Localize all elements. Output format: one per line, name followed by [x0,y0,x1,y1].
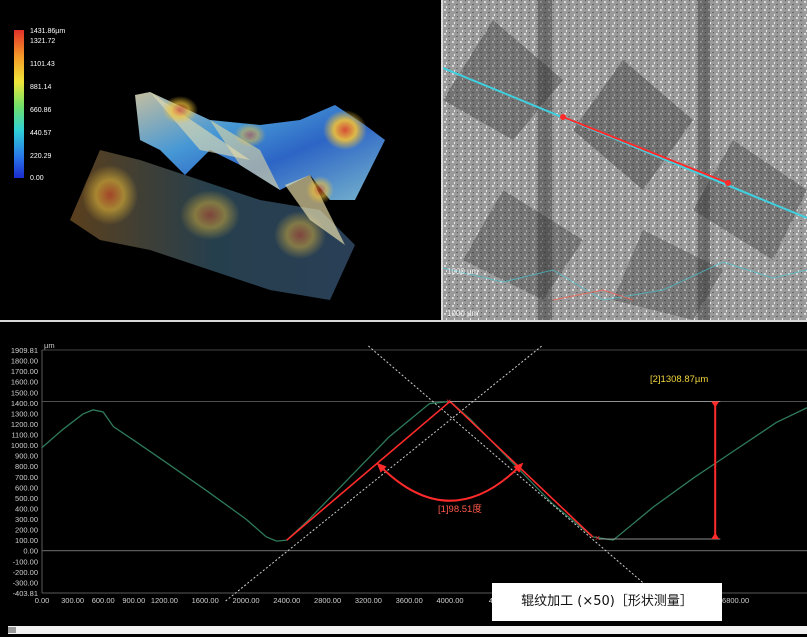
y-tick-label: 1500.00 [11,388,38,397]
y-tick-label: 900.00 [15,452,38,461]
scale-label: 1000 µm [447,267,479,276]
y-tick-label: -100.00 [13,557,38,566]
y-tick-label: -200.00 [13,568,38,577]
y-tick-label: 400.00 [15,504,38,513]
legend-label: 220.29 [30,153,52,160]
angle-annotation[interactable]: [1]98.51度 [438,503,482,515]
x-tick-label: 2000.00 [232,596,259,605]
3d-view-panel[interactable]: 1431.86µm 1321.72 1101.43 881.14 660.86 … [0,0,441,320]
x-tick-label: 0.00 [35,596,50,605]
y-tick-label: 1600.00 [11,378,38,387]
3d-surface [70,92,385,300]
x-tick-label: 1600.00 [192,596,219,605]
construction-line [225,345,543,602]
x-tick-label: 3200.00 [355,596,382,605]
legend-label: 881.14 [30,84,52,91]
scrollbar-thumb[interactable] [8,627,16,633]
x-tick-label: 900.00 [122,596,145,605]
base-marker[interactable]: × [595,533,600,543]
x-tick-label: 3600.00 [396,596,423,605]
y-tick-label: 1200.00 [11,420,38,429]
legend-label: 1321.72 [30,38,55,45]
measure-right-flank[interactable] [449,400,594,538]
microscope-image[interactable]: 1000 µm 1000 µm [443,0,807,320]
legend-label: 1431.86µm [30,28,65,35]
y-tick-label: 1800.00 [11,357,38,366]
y-tick-label: 1300.00 [11,409,38,418]
legend-label: 440.57 [30,130,52,137]
legend-label: 660.86 [30,107,52,114]
x-tick-label: 6800.00 [722,596,749,605]
measure-point[interactable] [560,114,566,120]
y-tick-label: 600.00 [15,483,38,492]
measure-point[interactable] [725,180,731,186]
height-arrowhead [711,401,720,408]
x-tick-label: 2800.00 [314,596,341,605]
y-tick-label: 1700.00 [11,367,38,376]
height-colorbar [14,30,24,178]
y-tick-label: 100.00 [15,536,38,545]
legend-label: 0.00 [30,175,44,182]
angle-arc[interactable] [379,465,521,502]
height-arrowhead [711,533,720,540]
x-tick-label: 300.00 [61,596,84,605]
x-tick-label: 2400.00 [273,596,300,605]
y-tick-label: -300.00 [13,578,38,587]
construction-line [368,345,665,602]
measure-left-flank[interactable] [286,400,451,541]
y-unit-label: µm [44,341,55,350]
y-tick-label: 200.00 [15,526,38,535]
y-tick-label: 1100.00 [11,431,38,440]
x-tick-label: 4000.00 [436,596,463,605]
3d-surface-canvas[interactable]: 1431.86µm 1321.72 1101.43 881.14 660.86 … [0,0,441,320]
y-tick-label: 1000.00 [11,441,38,450]
y-tick-label: 500.00 [15,494,38,503]
y-tick-label: 1909.81 [11,346,38,355]
scale-label: 1000 µm [447,309,479,318]
y-tick-label: 800.00 [15,462,38,471]
y-tick-label: 1400.00 [11,399,38,408]
y-tick-label: 700.00 [15,473,38,482]
legend-label: 1101.43 [30,61,55,68]
measurement-overlay[interactable]: ×× [225,345,721,602]
y-tick-label: 300.00 [15,515,38,524]
caption-label: 辊纹加工 (×50)［形状测量］ [492,583,722,621]
horizontal-scrollbar[interactable] [8,626,807,634]
microscope-image-panel[interactable]: 1000 µm 1000 µm [443,0,807,320]
x-tick-label: 1200.00 [151,596,178,605]
height-annotation[interactable]: [2]1308.87µm [650,374,708,385]
y-tick-label: 0.00 [23,547,38,556]
x-tick-label: 600.00 [92,596,115,605]
